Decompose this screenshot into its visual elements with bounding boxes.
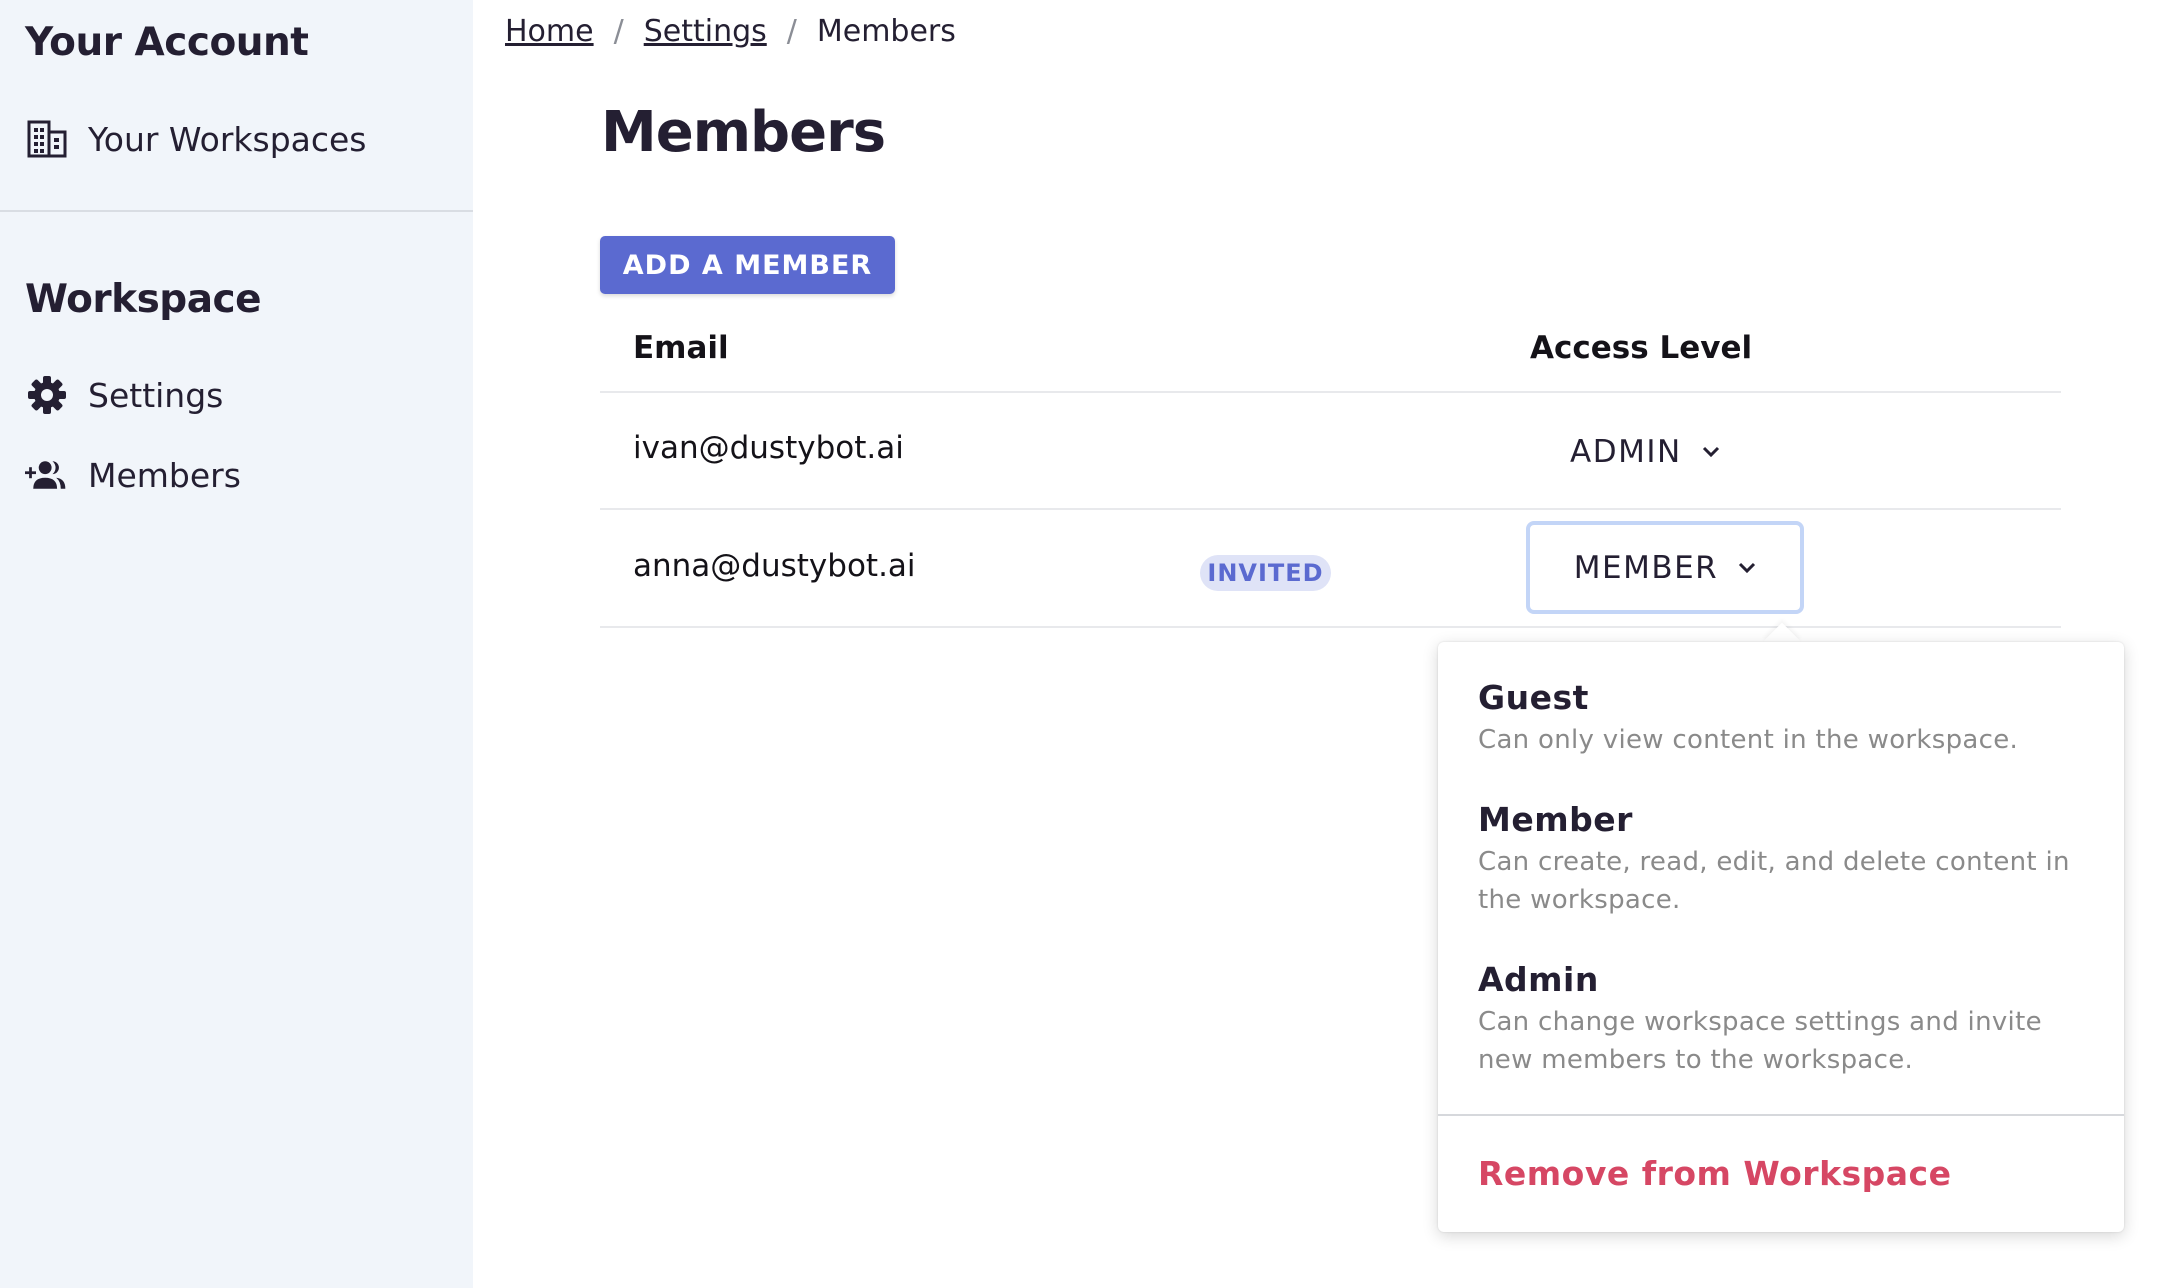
remove-from-workspace-button[interactable]: Remove from Workspace bbox=[1478, 1154, 1952, 1193]
member-email: anna@dustybot.ai bbox=[633, 548, 916, 584]
status-badge: INVITED bbox=[1200, 555, 1331, 591]
account-section-title: Your Account bbox=[25, 20, 309, 65]
sidebar-item-settings[interactable]: Settings bbox=[25, 369, 223, 421]
dropdown-divider bbox=[1438, 1114, 2124, 1116]
breadcrumb: Home / Settings / Members bbox=[505, 14, 956, 49]
sidebar-item-members[interactable]: Members bbox=[25, 449, 241, 501]
building-icon bbox=[25, 117, 69, 161]
member-email: ivan@dustybot.ai bbox=[633, 430, 904, 466]
breadcrumb-settings-link[interactable]: Settings bbox=[644, 14, 767, 49]
table-divider bbox=[600, 508, 2061, 510]
access-level-select[interactable]: ADMIN bbox=[1570, 427, 1720, 477]
option-title: Admin bbox=[1478, 960, 1599, 999]
sidebar-item-your-workspaces[interactable]: Your Workspaces bbox=[25, 113, 367, 165]
table-divider bbox=[600, 391, 2061, 393]
sidebar-item-label: Your Workspaces bbox=[88, 119, 367, 159]
sidebar-divider bbox=[0, 210, 473, 212]
access-option-guest[interactable]: Guest Can only view content in the works… bbox=[1478, 678, 2098, 759]
access-level-value: MEMBER bbox=[1573, 549, 1719, 586]
access-level-dropdown: Guest Can only view content in the works… bbox=[1438, 642, 2124, 1232]
sidebar-item-label: Members bbox=[88, 455, 241, 495]
breadcrumb-separator: / bbox=[786, 14, 797, 49]
breadcrumb-current: Members bbox=[816, 14, 956, 49]
email-column-header: Email bbox=[633, 330, 729, 366]
workspace-section-title: Workspace bbox=[25, 277, 262, 322]
option-description: Can only view content in the workspace. bbox=[1478, 725, 2019, 755]
chevron-down-icon bbox=[1738, 562, 1756, 574]
page-title: Members bbox=[601, 100, 886, 165]
chevron-down-icon bbox=[1702, 446, 1720, 458]
sidebar-item-label: Settings bbox=[88, 375, 224, 415]
gear-icon bbox=[25, 373, 69, 417]
access-option-admin[interactable]: Admin Can change workspace settings and … bbox=[1478, 960, 2098, 1079]
access-level-select[interactable]: MEMBER bbox=[1526, 521, 1804, 614]
table-divider bbox=[600, 626, 2061, 628]
sidebar: Your Account Your Workspaces Workspace S… bbox=[0, 0, 473, 1288]
option-title: Member bbox=[1478, 800, 1633, 839]
option-description: Can create, read, edit, and delete conte… bbox=[1478, 847, 2070, 915]
add-user-icon bbox=[25, 453, 69, 497]
access-option-member[interactable]: Member Can create, read, edit, and delet… bbox=[1478, 800, 2098, 919]
breadcrumb-home-link[interactable]: Home bbox=[505, 14, 594, 49]
option-title: Guest bbox=[1478, 678, 1589, 717]
add-member-button[interactable]: ADD A MEMBER bbox=[600, 236, 895, 294]
option-description: Can change workspace settings and invite… bbox=[1478, 1007, 2042, 1075]
access-level-value: ADMIN bbox=[1570, 434, 1682, 470]
breadcrumb-separator: / bbox=[613, 14, 624, 49]
access-level-column-header: Access Level bbox=[1530, 330, 1753, 366]
